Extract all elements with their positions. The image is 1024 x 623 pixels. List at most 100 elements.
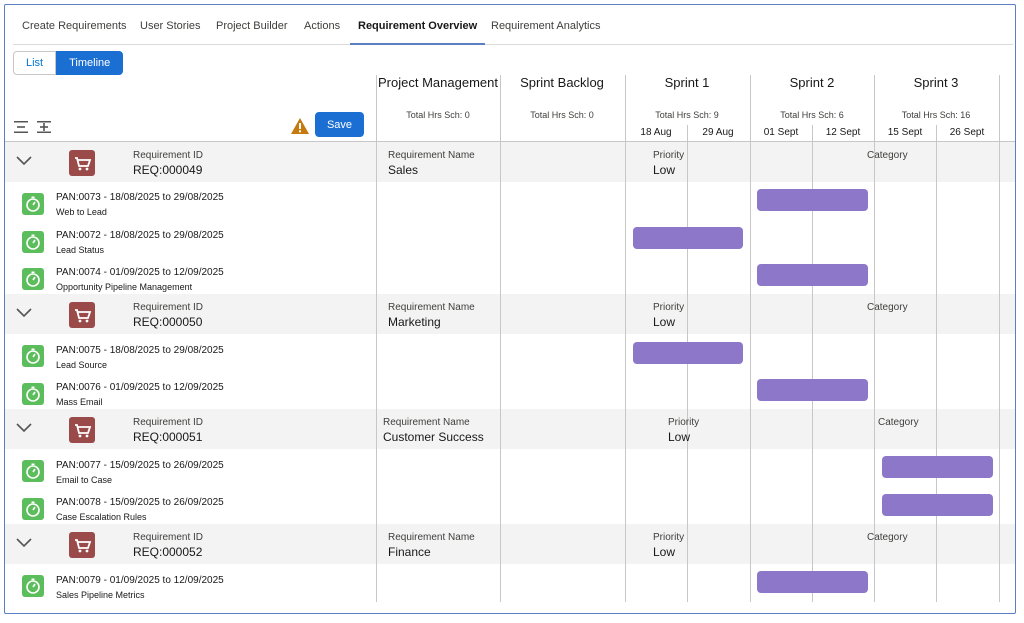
column-title: Sprint 1: [664, 75, 710, 90]
priority-label: Priority: [653, 150, 685, 161]
sprint-1-start-date: 18 Aug: [640, 127, 672, 138]
stopwatch-icon: [22, 345, 44, 367]
column-hours: Total Hrs Sch: 16: [901, 110, 971, 120]
tab-create-requirements[interactable]: Create Requirements: [22, 15, 127, 45]
column-title: Sprint 3: [913, 75, 959, 90]
tab-requirement-overview[interactable]: Requirement Overview: [350, 15, 486, 45]
category-label: Category: [878, 417, 919, 428]
column-title: Project Management: [378, 75, 498, 90]
chevron-down-icon[interactable]: [16, 423, 32, 433]
task-bar[interactable]: [633, 342, 743, 364]
requirement-name-label: Requirement Name: [388, 302, 475, 313]
task-bar[interactable]: [757, 189, 868, 211]
priority-value: Low: [653, 163, 676, 177]
requirement-name: Customer Success: [383, 430, 484, 444]
requirement-name-label: Requirement Name: [388, 532, 475, 543]
chevron-down-icon[interactable]: [16, 156, 32, 166]
cart-icon: [69, 302, 95, 328]
warning-icon: [291, 118, 309, 134]
priority-label: Priority: [653, 302, 685, 313]
task-bar[interactable]: [757, 571, 868, 593]
stopwatch-icon: [22, 231, 44, 253]
stopwatch-icon: [22, 268, 44, 290]
column-sprint-3: Sprint 3 Total Hrs Sch: 16: [874, 75, 998, 120]
collapse-all-icon[interactable]: [14, 120, 28, 134]
task-code: PAN:0077 - 15/09/2025 to 26/09/2025: [56, 460, 224, 471]
stopwatch-icon: [22, 383, 44, 405]
column-title: Sprint 2: [789, 75, 835, 90]
task-title[interactable]: Sales Pipeline Metrics: [56, 590, 145, 600]
requirement-name: Marketing: [388, 315, 441, 329]
task-title[interactable]: Case Escalation Rules: [56, 512, 147, 522]
requirement-id-label: Requirement ID: [133, 302, 204, 313]
task-bar[interactable]: [882, 494, 993, 516]
column-sprint-backlog: Sprint Backlog Total Hrs Sch: 0: [500, 75, 624, 120]
priority-value: Low: [653, 315, 676, 329]
tab-bar: Create Requirements User Stories Project…: [13, 15, 1013, 45]
category-label: Category: [867, 302, 908, 313]
column-hours: Total Hrs Sch: 0: [530, 110, 594, 120]
requirement-overview-panel: Create Requirements User Stories Project…: [4, 4, 1016, 614]
cart-icon: [69, 417, 95, 443]
task-code: PAN:0074 - 01/09/2025 to 12/09/2025: [56, 267, 224, 278]
stopwatch-icon: [22, 498, 44, 520]
grid-line: [999, 75, 1000, 602]
task-code: PAN:0072 - 18/08/2025 to 29/08/2025: [56, 230, 224, 241]
chevron-down-icon[interactable]: [16, 308, 32, 318]
requirement-name: Finance: [388, 545, 431, 559]
task-title[interactable]: Lead Status: [56, 245, 104, 255]
requirement-id-label: Requirement ID: [133, 532, 204, 543]
grid-line: [5, 141, 1015, 142]
column-sprint-1: Sprint 1 Total Hrs Sch: 9: [625, 75, 749, 120]
requirement-id: REQ:000049: [133, 163, 203, 177]
category-label: Category: [867, 532, 908, 543]
tab-actions[interactable]: Actions: [304, 15, 340, 45]
list-view-button[interactable]: List: [13, 51, 57, 75]
stopwatch-icon: [22, 575, 44, 597]
task-bar[interactable]: [633, 227, 743, 249]
grid-line: [500, 75, 501, 602]
chevron-down-icon[interactable]: [16, 538, 32, 548]
column-sprint-2: Sprint 2 Total Hrs Sch: 6: [750, 75, 874, 120]
column-hours: Total Hrs Sch: 9: [655, 110, 719, 120]
requirement-id: REQ:000050: [133, 315, 203, 329]
timeline-view-button[interactable]: Timeline: [56, 51, 124, 75]
tab-project-builder[interactable]: Project Builder: [216, 15, 288, 45]
task-title[interactable]: Web to Lead: [56, 207, 107, 217]
cart-icon: [69, 532, 95, 558]
priority-label: Priority: [668, 417, 700, 428]
task-code: PAN:0078 - 15/09/2025 to 26/09/2025: [56, 497, 224, 508]
tab-user-stories[interactable]: User Stories: [140, 15, 201, 45]
task-code: PAN:0076 - 01/09/2025 to 12/09/2025: [56, 382, 224, 393]
save-button[interactable]: Save: [315, 112, 364, 137]
sprint-2-start-date: 01 Sept: [763, 127, 799, 138]
task-title[interactable]: Email to Case: [56, 475, 112, 485]
task-title[interactable]: Lead Source: [56, 360, 107, 370]
task-bar[interactable]: [882, 456, 993, 478]
priority-value: Low: [653, 545, 676, 559]
priority-label: Priority: [653, 532, 685, 543]
requirement-name: Sales: [388, 163, 419, 177]
task-title[interactable]: Opportunity Pipeline Management: [56, 282, 192, 292]
task-code: PAN:0075 - 18/08/2025 to 29/08/2025: [56, 345, 224, 356]
grid-line: [376, 75, 377, 602]
tab-requirement-analytics[interactable]: Requirement Analytics: [491, 15, 600, 45]
task-code: PAN:0073 - 18/08/2025 to 29/08/2025: [56, 192, 224, 203]
requirement-id-label: Requirement ID: [133, 417, 204, 428]
cart-icon: [69, 150, 95, 176]
grid-line: [750, 75, 751, 602]
requirement-id-label: Requirement ID: [133, 150, 204, 161]
grid-line: [625, 75, 626, 602]
requirement-name-label: Requirement Name: [383, 417, 470, 428]
sprint-3-end-date: 26 Sept: [949, 127, 985, 138]
task-bar[interactable]: [757, 379, 868, 401]
expand-all-icon[interactable]: [37, 120, 51, 134]
task-code: PAN:0079 - 01/09/2025 to 12/09/2025: [56, 575, 224, 586]
task-title[interactable]: Mass Email: [56, 397, 103, 407]
task-bar[interactable]: [757, 264, 868, 286]
category-label: Category: [867, 150, 908, 161]
requirement-id: REQ:000052: [133, 545, 203, 559]
column-project-management: Project Management Total Hrs Sch: 0: [376, 75, 500, 120]
stopwatch-icon: [22, 460, 44, 482]
column-hours: Total Hrs Sch: 0: [406, 110, 470, 120]
